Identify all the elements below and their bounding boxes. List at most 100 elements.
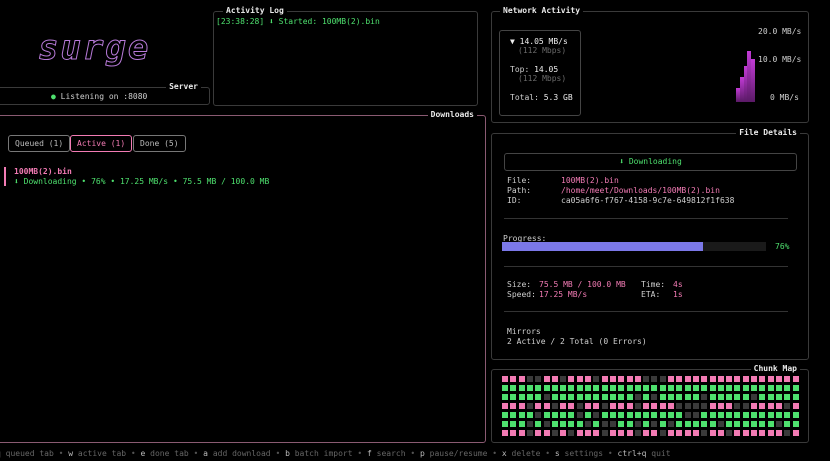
chunk-cell [692,376,699,382]
chunk-cell [726,394,733,400]
chunk-cell [502,430,508,436]
footer-label: add download [208,449,271,458]
chunk-cell [576,385,583,391]
chunk-cell [543,412,550,418]
chunk-cell [792,385,799,391]
chunk-cell [609,412,616,418]
chunk-cell [510,385,517,391]
chunk-map-title: Chunk Map [750,364,800,374]
footer-label: queued tab [0,449,54,458]
chunk-cell [585,394,591,400]
chunk-cell [643,394,650,400]
chunk-cell [601,394,608,400]
chunk-cell [601,421,608,427]
axis-label-min: 0 MB/s [770,93,799,102]
chunk-cell [634,430,641,436]
path-label: Path: [507,186,532,195]
chunk-cell [576,403,583,409]
chunk-cell [659,430,666,436]
tab-done[interactable]: Done (5) [133,135,186,152]
chunk-cell [742,385,749,391]
chunk-cell [626,376,633,382]
chunk-cell [618,430,625,436]
download-status-text: ⬇ Downloading [619,157,682,166]
server-status: ● Listening on :8080 [51,92,147,101]
chunk-cell [734,403,741,409]
id-value: ca05a6f6-f767-4158-9c7e-649812f1f638 [561,196,735,205]
chunk-cell [634,403,641,409]
chunk-cell [626,385,633,391]
chunk-cell [510,394,517,400]
chunk-cell [775,385,782,391]
chunk-cell [659,385,666,391]
chunk-cell [551,403,558,409]
chunk-cell [518,430,525,436]
chunk-cell [535,394,542,400]
chunk-cell [634,421,641,427]
chunk-cell [568,412,575,418]
current-mbps: (112 Mbps) [518,46,567,55]
chunk-cell [576,376,583,382]
mirrors-label: Mirrors [507,327,541,336]
axis-label-max: 20.0 MB/s [758,27,802,36]
footer-separator: • [487,449,502,458]
chunk-cell [502,385,508,391]
chunk-cell [676,394,683,400]
chunk-cell [792,421,799,427]
chunk-cell [784,412,791,418]
chunk-cell [535,376,542,382]
chunk-cell [618,412,625,418]
footer-label: pause/resume [424,449,488,458]
chunk-cell [609,385,616,391]
chunk-cell [659,421,666,427]
chunk-cell [510,421,517,427]
downloads-title: Downloads [427,110,477,120]
footer-separator: • [603,449,618,458]
chunk-cell [510,376,517,382]
chunk-cell [560,421,567,427]
chunk-cell [701,430,708,436]
chunk-cell [767,430,774,436]
chunk-cell [701,376,708,382]
chunk-cell [510,412,517,418]
chunk-cell [618,421,625,427]
chunk-cell [643,385,650,391]
chunk-cell [684,394,691,400]
chunk-cell [684,412,691,418]
chunk-cell [643,421,650,427]
chunk-cell [535,403,542,409]
chunk-cell [668,403,674,409]
top-mbps: (112 Mbps) [518,74,567,83]
chunk-cell [551,421,558,427]
chunk-cell [560,412,567,418]
chunk-cell [726,421,733,427]
chunk-cell [518,421,525,427]
chunk-cell [543,385,550,391]
tab-active[interactable]: Active (1) [70,135,133,152]
server-status-text: Listening on :8080 [60,92,148,101]
download-list-item[interactable]: 100MB(2).bin ⬇ Downloading • 76% • 17.25… [4,167,474,187]
chunk-cell [543,430,550,436]
chunk-cell [543,421,550,427]
tab-queued[interactable]: Queued (1) [8,135,71,152]
chunk-cell [684,385,691,391]
chunk-cell [759,376,766,382]
chunk-cell [601,430,608,436]
footer-separator: • [188,449,204,458]
top-speed-value: 14.05 [534,65,559,74]
chunk-cell [568,430,575,436]
chunk-cell [676,412,683,418]
chunk-cell [601,403,608,409]
chunk-cell [717,376,724,382]
chunk-cell [676,376,683,382]
chunk-cell [659,412,666,418]
chunk-cell [684,430,691,436]
selection-marker [4,167,6,186]
chunk-cell [734,421,741,427]
chunk-cell [701,385,708,391]
chunk-cell [668,385,674,391]
chunk-cell [601,412,608,418]
chunk-cell [643,430,650,436]
chunk-cell [585,385,591,391]
footer-separator: • [405,449,420,458]
